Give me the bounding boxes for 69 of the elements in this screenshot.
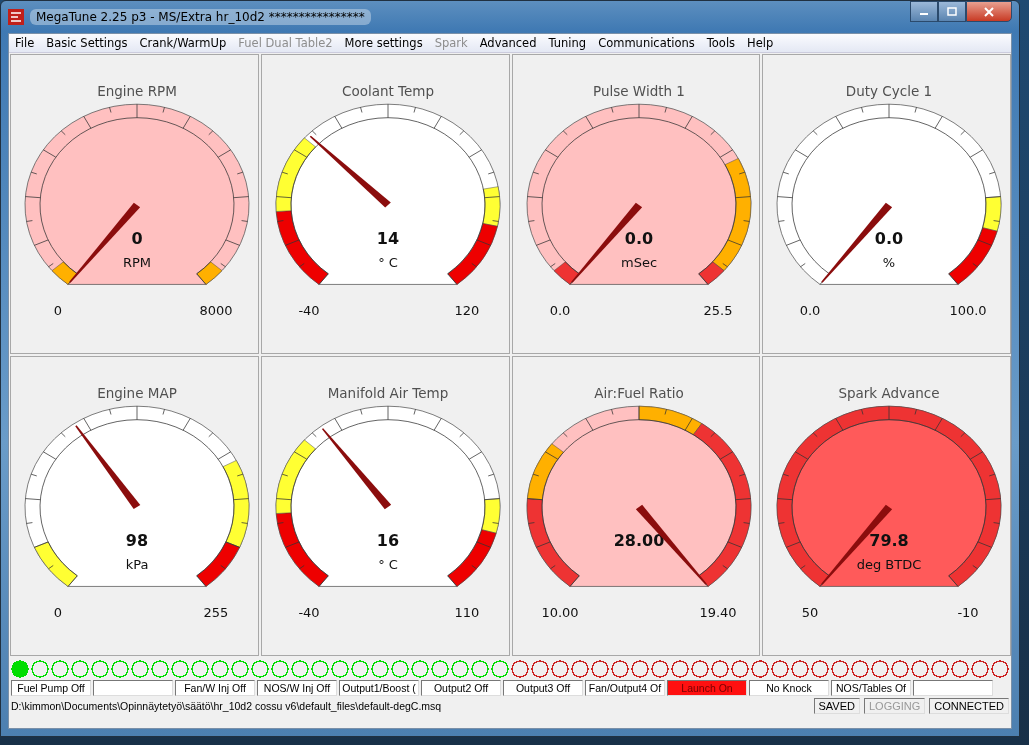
status-field: Fan/W Inj Off — [175, 680, 255, 696]
gauge-value: 0 — [131, 229, 143, 248]
scale-min-label: 0 — [53, 605, 63, 620]
gauge-title: Air:Fuel Ratio — [593, 385, 684, 401]
gauge-unit: ° C — [377, 557, 398, 572]
gauge-title: Engine RPM — [97, 83, 177, 99]
gauge-title: Spark Advance — [838, 385, 940, 401]
scale-min-label: 50 — [802, 605, 819, 620]
gauge-unit: kPa — [125, 557, 149, 572]
status-flag: SAVED — [813, 698, 860, 714]
maximize-button[interactable] — [938, 1, 966, 22]
scale-min-label: 0 — [53, 303, 63, 318]
menu-item[interactable]: More settings — [338, 36, 429, 50]
gauge-value: 98 — [125, 531, 149, 550]
gauge-unit: deg BTDC — [856, 557, 922, 572]
scale-min-label: -40 — [298, 303, 320, 318]
gauge-unit: % — [883, 255, 896, 270]
gauge-value: 79.8 — [869, 531, 909, 550]
gauge-title: Engine MAP — [97, 385, 177, 401]
gauge-value: 28.00 — [613, 531, 664, 550]
gauge-title: Duty Cycle 1 — [846, 83, 933, 99]
scale-max-label: 19.40 — [698, 605, 737, 620]
gauge-unit: ° C — [377, 255, 398, 270]
gauge-title: Coolant Temp — [341, 83, 434, 99]
status-flag: LOGGING — [864, 698, 926, 714]
status-field: NOS/Tables Of — [831, 680, 911, 696]
status-flag: CONNECTED — [929, 698, 1009, 714]
gauge-value: 16 — [376, 531, 399, 550]
status-field: Output3 Off — [503, 680, 583, 696]
menu-item[interactable]: Advanced — [473, 36, 543, 50]
scale-min-label: 0.0 — [549, 303, 570, 318]
gauge-title: Pulse Width 1 — [592, 83, 685, 99]
scale-max-label: 110 — [454, 605, 480, 620]
gauge-title: Manifold Air Temp — [327, 385, 449, 401]
scale-max-label: 100.0 — [949, 303, 987, 318]
window-title: MegaTune 2.25 p3 - MS/Extra hr_10d2 **************** — [30, 9, 371, 25]
scale-max-label: 255 — [203, 605, 229, 620]
status-field: Fuel Pump Off — [11, 680, 91, 696]
status-field: No Knock — [749, 680, 829, 696]
gauge-unit: mSec — [620, 255, 657, 270]
menu-item[interactable]: Tools — [700, 36, 742, 50]
scale-max-label: 120 — [454, 303, 480, 318]
gauge-value: 0.0 — [875, 229, 904, 248]
scale-max-label: -10 — [957, 605, 979, 620]
menu-item[interactable]: Basic Settings — [40, 36, 134, 50]
file-path: D:\kimmon\Documents\Opinnäytetyö\säätö\hr_10d2 cossu v6\default_files\default-degC.msq — [11, 700, 442, 712]
menu-item[interactable]: File — [9, 36, 41, 50]
scale-min-label: 10.00 — [540, 605, 579, 620]
menu-item[interactable]: Help — [741, 36, 780, 50]
menu-item[interactable]: Communications — [592, 36, 701, 50]
status-field: Fan/Output4 Of — [585, 680, 665, 696]
maximize-icon — [947, 6, 957, 17]
minimize-button[interactable] — [910, 1, 938, 22]
gauge-unit: RPM — [122, 255, 152, 270]
status-field: Output1/Boost ( — [339, 680, 419, 696]
status-field: Output2 Off — [421, 680, 501, 696]
close-button[interactable] — [966, 1, 1012, 22]
scale-min-label: -40 — [298, 605, 320, 620]
menu-item[interactable]: Crank/WarmUp — [133, 36, 233, 50]
scale-max-label: 25.5 — [703, 303, 732, 318]
scale-max-label: 8000 — [199, 303, 233, 318]
status-field: NOS/W Inj Off — [257, 680, 337, 696]
close-icon — [983, 6, 995, 17]
gauge-value: 0.0 — [624, 229, 653, 248]
menu-item[interactable]: Tuning — [542, 36, 593, 50]
scale-min-label: 0.0 — [799, 303, 821, 318]
app-icon — [8, 9, 24, 25]
status-field: Launch On — [667, 680, 747, 696]
gauge-value: 14 — [376, 229, 399, 248]
